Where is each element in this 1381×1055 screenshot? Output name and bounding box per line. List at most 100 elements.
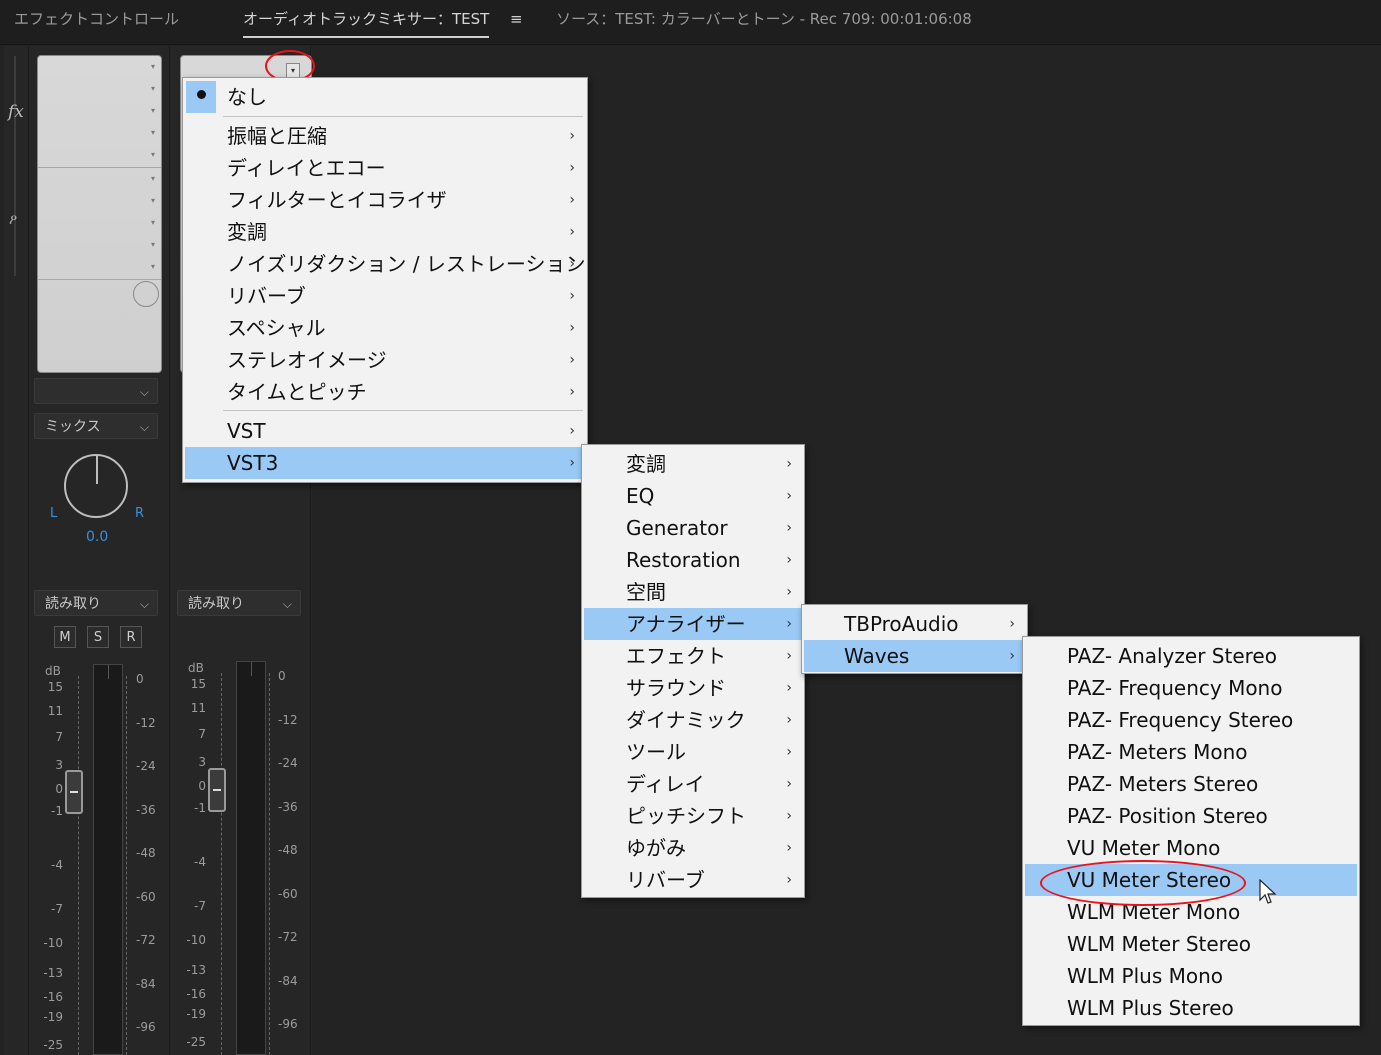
- submenu-arrow-icon: ›: [786, 744, 792, 760]
- menu-item-vst3-category[interactable]: アナライザー ›: [584, 608, 802, 640]
- menu-item-category[interactable]: ステレオイメージ ›: [185, 344, 585, 376]
- menu-item-category[interactable]: 変調 ›: [185, 216, 585, 248]
- menu-item-plugin-waves[interactable]: PAZ- Frequency Mono: [1025, 672, 1357, 704]
- slot-arrow-icon[interactable]: ▾: [151, 84, 155, 93]
- volume-fader[interactable]: [208, 768, 226, 812]
- automation-mode-dropdown-1[interactable]: 読み取り ⌵: [34, 590, 158, 616]
- pan-left-label: L: [50, 506, 58, 521]
- mix-dropdown-label: ミックス: [45, 419, 101, 435]
- menu-item-plugin-waves[interactable]: PAZ- Meters Mono: [1025, 736, 1357, 768]
- menu-item-vst3-category[interactable]: サラウンド ›: [584, 672, 802, 704]
- menu-item-plugin-waves[interactable]: PAZ- Frequency Stereo: [1025, 704, 1357, 736]
- scale-tick-label: -16: [43, 990, 63, 1004]
- slot-arrow-icon[interactable]: ▾: [151, 62, 155, 71]
- slot-arrow-icon[interactable]: ▾: [151, 106, 155, 115]
- menu-item-label: 変調: [227, 220, 267, 244]
- scale-tick-label: -10: [186, 933, 206, 947]
- menu-item-vst3-category[interactable]: ダイナミック ›: [584, 704, 802, 736]
- slot-arrow-icon[interactable]: ▾: [151, 262, 155, 271]
- effects-rack-track1[interactable]: ▾ ▾ ▾ ▾ ▾ ▾ ▾ ▾ ▾ ▾: [37, 55, 162, 373]
- menu-item-vst3-category[interactable]: Restoration ›: [584, 544, 802, 576]
- menu-item-vendor[interactable]: TBProAudio ›: [804, 608, 1025, 640]
- mute-button[interactable]: M: [54, 626, 76, 648]
- menu-item-label: ディレイ: [626, 772, 705, 796]
- menu-item-vst3-category[interactable]: ゆがみ ›: [584, 832, 802, 864]
- tab-effect-controls[interactable]: エフェクトコントロール: [14, 8, 179, 29]
- record-button[interactable]: R: [120, 626, 142, 648]
- menu-item-vst3-category[interactable]: リバーブ ›: [584, 864, 802, 896]
- analyzer-submenu: TBProAudio › Waves ›: [801, 604, 1028, 674]
- menu-item-category[interactable]: フィルターとイコライザ ›: [185, 184, 585, 216]
- send-assign-dropdown[interactable]: ⌵: [34, 378, 158, 404]
- menu-item-label: サラウンド: [626, 676, 726, 700]
- hamburger-icon[interactable]: ≡: [510, 10, 523, 28]
- menu-item-label: PAZ- Position Stereo: [1067, 804, 1268, 828]
- automation-label: 読み取り: [188, 596, 244, 612]
- menu-item-category[interactable]: ノイズリダクション / レストレーション ›: [185, 248, 585, 280]
- menu-item-vst3-category[interactable]: ディレイ ›: [584, 768, 802, 800]
- menu-item-category[interactable]: タイムとピッチ ›: [185, 376, 585, 408]
- submenu-arrow-icon: ›: [569, 423, 575, 439]
- solo-button[interactable]: S: [87, 626, 109, 648]
- meter-tick-label: -24: [278, 756, 298, 770]
- menu-item-label: PAZ- Meters Mono: [1067, 740, 1248, 764]
- send-knob[interactable]: [133, 281, 159, 307]
- meter-tick-label: -96: [278, 1017, 298, 1031]
- menu-item-vst3-category[interactable]: ツール ›: [584, 736, 802, 768]
- menu-item-vendor[interactable]: Waves ›: [804, 640, 1025, 672]
- menu-item-plugin-waves[interactable]: PAZ- Position Stereo: [1025, 800, 1357, 832]
- pan-knob[interactable]: [64, 454, 128, 518]
- meter-tick-label: -48: [136, 846, 156, 860]
- menu-item-category[interactable]: スペシャル ›: [185, 312, 585, 344]
- menu-item-none[interactable]: なし: [185, 81, 585, 113]
- meter-tick-label: 0: [278, 669, 286, 683]
- menu-item-vst3-category[interactable]: 変調 ›: [584, 448, 802, 480]
- menu-item-vst3-category[interactable]: EQ ›: [584, 480, 802, 512]
- menu-item-label: WLM Meter Stereo: [1067, 932, 1251, 956]
- slot-arrow-icon[interactable]: ▾: [151, 150, 155, 159]
- menu-item-plugin-waves[interactable]: WLM Plus Mono: [1025, 960, 1357, 992]
- db-label: dB: [45, 664, 61, 678]
- slot-arrow-icon[interactable]: ▾: [151, 196, 155, 205]
- menu-item-label: ツール: [626, 740, 686, 764]
- menu-item-vst3-category[interactable]: エフェクト ›: [584, 640, 802, 672]
- submenu-arrow-icon: ›: [786, 552, 792, 568]
- menu-item-plugin[interactable]: VST ›: [185, 415, 585, 447]
- meter-tick-label: -72: [278, 930, 298, 944]
- level-meter: [93, 664, 123, 1055]
- pan-value[interactable]: 0.0: [86, 529, 108, 545]
- slot-arrow-icon[interactable]: ▾: [151, 174, 155, 183]
- menu-item-category[interactable]: リバーブ ›: [185, 280, 585, 312]
- slot-arrow-icon[interactable]: ▾: [151, 240, 155, 249]
- meter-tick-label: -60: [136, 889, 156, 904]
- menu-item-plugin[interactable]: VST3 ›: [185, 447, 585, 479]
- meter-tick-label: -72: [136, 933, 156, 947]
- menu-item-plugin-waves[interactable]: WLM Plus Stereo: [1025, 992, 1357, 1024]
- menu-item-vst3-category[interactable]: Generator ›: [584, 512, 802, 544]
- slot-arrow-icon[interactable]: ▾: [151, 218, 155, 227]
- meter-tick-label: -36: [136, 802, 156, 817]
- menu-item-plugin-waves[interactable]: VU Meter Mono: [1025, 832, 1357, 864]
- menu-item-plugin-waves[interactable]: PAZ- Meters Stereo: [1025, 768, 1357, 800]
- scale-tick-label: -4: [51, 858, 63, 872]
- menu-item-plugin-waves[interactable]: WLM Meter Stereo: [1025, 928, 1357, 960]
- tab-audio-track-mixer[interactable]: オーディオトラックミキサー：TEST: [243, 8, 490, 38]
- menu-item-plugin-waves[interactable]: PAZ- Analyzer Stereo: [1025, 640, 1357, 672]
- pan-indicator: [96, 456, 98, 484]
- menu-item-label: ピッチシフト: [626, 804, 746, 828]
- automation-mode-dropdown-2[interactable]: 読み取り ⌵: [177, 590, 301, 616]
- annotation-circle: [1040, 860, 1246, 906]
- menu-item-label: PAZ- Frequency Mono: [1067, 676, 1283, 700]
- menu-item-category[interactable]: ディレイとエコー ›: [185, 152, 585, 184]
- submenu-arrow-icon: ›: [786, 488, 792, 504]
- volume-fader[interactable]: [65, 770, 83, 814]
- scale-tick-label: 11: [47, 704, 63, 718]
- menu-item-label: フィルターとイコライザ: [227, 188, 447, 212]
- menu-item-category[interactable]: 振幅と圧縮 ›: [185, 120, 585, 152]
- tab-source[interactable]: ソース：TEST: カラーバーとトーン - Rec 709: 00:01:06:…: [556, 8, 972, 29]
- slot-arrow-icon[interactable]: ▾: [151, 128, 155, 137]
- mix-dropdown[interactable]: ミックス ⌵: [34, 413, 158, 439]
- menu-item-vst3-category[interactable]: ピッチシフト ›: [584, 800, 802, 832]
- menu-item-label: なし: [227, 85, 267, 109]
- menu-item-vst3-category[interactable]: 空間 ›: [584, 576, 802, 608]
